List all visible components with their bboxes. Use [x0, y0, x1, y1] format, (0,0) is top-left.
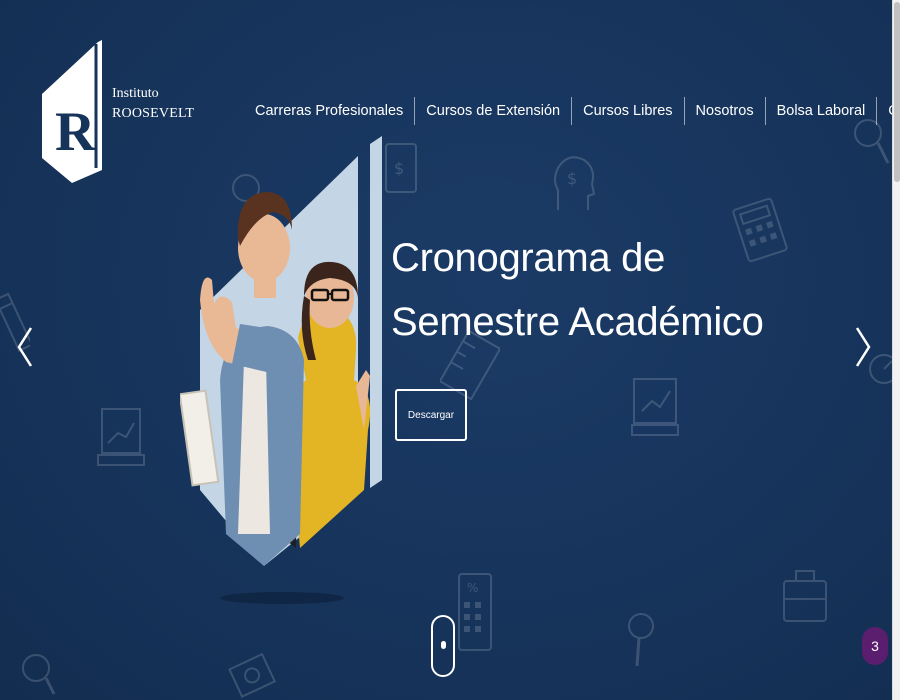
- scroll-down-indicator[interactable]: [431, 615, 455, 677]
- scroll-mouse-icon: [441, 641, 446, 649]
- magnifier-doodle-icon-4: [20, 650, 60, 700]
- svg-text:$: $: [394, 159, 404, 178]
- logo-letter: R: [55, 101, 96, 163]
- svg-text:$: $: [567, 169, 577, 188]
- nav-item-nosotros[interactable]: Nosotros: [685, 97, 765, 125]
- hero-students-image: [178, 130, 390, 610]
- chart-monitor-doodle-icon: [630, 375, 680, 440]
- institute-logo[interactable]: R Instituto ROOSEVELT: [42, 40, 194, 185]
- logo-shield-icon: R: [42, 40, 102, 183]
- nav-item-cursos-libres[interactable]: Cursos Libres: [572, 97, 683, 125]
- logo-line-1: Instituto: [112, 86, 159, 101]
- head-dollar-doodle-icon: $: [548, 150, 598, 220]
- main-nav: Carreras Profesionales Cursos de Extensi…: [244, 96, 892, 126]
- calculator-doodle-icon-2: %: [455, 570, 495, 655]
- svg-text:%: %: [467, 581, 478, 595]
- scrollbar-thumb[interactable]: [894, 2, 900, 182]
- magnifier-doodle-icon-3: [625, 610, 660, 670]
- coins-doodle-icon: [228, 650, 278, 700]
- slider-prev-arrow[interactable]: [15, 325, 35, 369]
- hero-title: Cronograma de Semestre Académico: [391, 226, 771, 354]
- laptop-chart-doodle-icon: [96, 405, 146, 470]
- hero-title-line-2: Semestre Académico: [391, 300, 764, 344]
- nav-item-carreras-profesionales[interactable]: Carreras Profesionales: [244, 97, 414, 125]
- nav-item-contacto[interactable]: Contacto: [877, 97, 892, 125]
- chevron-left-icon: [17, 327, 33, 367]
- slider-next-arrow[interactable]: [853, 325, 873, 369]
- hero-slider: $ $ % R Instituto ROOSEVELT Carreras Pro…: [0, 0, 892, 700]
- chevron-right-icon: [855, 327, 871, 367]
- hero-title-line-1: Cronograma de: [391, 236, 666, 280]
- logo-line-2: ROOSEVELT: [112, 106, 195, 121]
- briefcase-doodle-icon: [780, 565, 830, 630]
- nav-item-cursos-de-extension[interactable]: Cursos de Extensión: [415, 97, 571, 125]
- logo-wordmark: Instituto ROOSEVELT: [112, 84, 194, 124]
- nav-item-bolsa-laboral[interactable]: Bolsa Laboral: [766, 97, 877, 125]
- chat-badge[interactable]: 3: [862, 627, 888, 665]
- page-scrollbar[interactable]: [892, 0, 900, 700]
- download-button[interactable]: Descargar: [395, 389, 467, 441]
